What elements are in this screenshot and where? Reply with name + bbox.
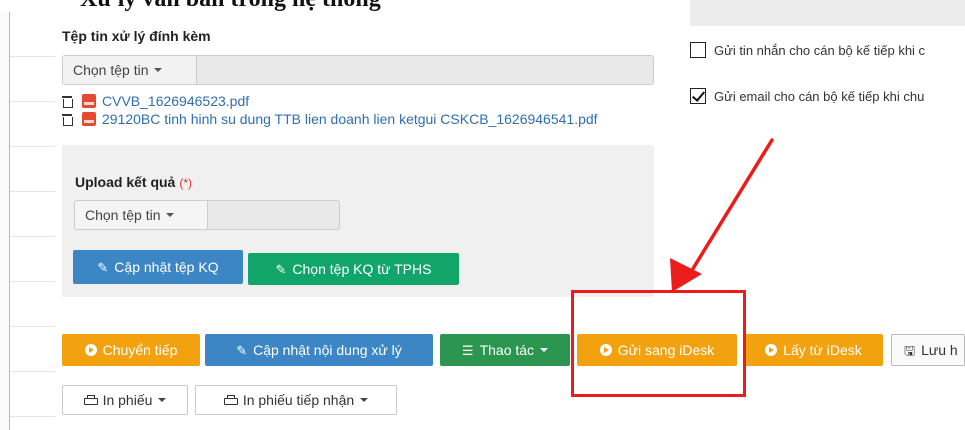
get-idesk-label: Lấy từ iDesk [783, 342, 862, 358]
left-rail-rows [10, 12, 55, 430]
caret-down-icon [360, 398, 369, 402]
update-content-label: Cập nhật nội dung xử lý [253, 342, 402, 358]
caret-down-icon [540, 348, 549, 352]
pdf-icon [82, 94, 96, 108]
required-mark: (*) [179, 176, 193, 190]
circle-arrow-icon [84, 344, 97, 356]
circle-arrow-icon [765, 344, 778, 356]
operations-label: Thao tác [479, 342, 535, 358]
trash-icon[interactable] [62, 95, 73, 108]
upload-file-picker: Chọn tệp tin [74, 200, 340, 230]
save-button[interactable]: 🖫 Lưu h [891, 334, 965, 366]
list-icon: ☰ [461, 342, 474, 358]
tag-icon: ✎ [97, 259, 109, 275]
print-receipt-slip-label: In phiếu tiếp nhận [242, 392, 355, 408]
attachment-item: 29120BC tinh hinh su dung TTB lien doanh… [62, 110, 598, 128]
save-icon: 🖫 [904, 342, 916, 358]
caret-down-icon [153, 68, 162, 72]
print-slip-label: In phiếu [102, 392, 153, 408]
sms-notify-checkbox[interactable] [690, 42, 706, 58]
print-slip-button[interactable]: In phiếu [62, 385, 188, 415]
attachments-file-picker: Chọn tệp tin [62, 55, 654, 85]
get-idesk-button[interactable]: Lấy từ iDesk [744, 334, 883, 366]
choose-result-from-tphs-button[interactable]: ✎ Chọn tệp KQ từ TPHS [248, 253, 459, 285]
pdf-icon [82, 112, 96, 126]
choose-file-label: Chọn tệp tin [73, 62, 149, 78]
attachments-choose-file-button[interactable]: Chọn tệp tin [62, 55, 197, 85]
forward-label: Chuyển tiếp [102, 342, 178, 358]
forward-button[interactable]: Chuyển tiếp [62, 334, 200, 366]
attachment-link[interactable]: CVVB_1626946523.pdf [102, 93, 249, 109]
annotation-highlight-box [571, 290, 746, 397]
update-result-file-label: Cập nhật tệp KQ [114, 259, 219, 275]
choose-result-from-tphs-label: Chọn tệp KQ từ TPHS [292, 261, 432, 277]
email-notify-option[interactable]: Gửi email cho cán bộ kế tiếp khi chu [690, 86, 924, 106]
annotation-arrow-head [670, 258, 702, 292]
email-notify-label: Gửi email cho cán bộ kế tiếp khi chu [714, 88, 925, 104]
left-rail [0, 12, 10, 430]
sms-notify-label: Gửi tin nhắn cho cán bộ kế tiếp khi c [714, 42, 926, 58]
edit-icon: ✎ [236, 342, 248, 358]
choose-file-label: Chọn tệp tin [85, 207, 161, 223]
print-receipt-slip-button[interactable]: In phiếu tiếp nhận [195, 385, 397, 415]
upload-file-field[interactable] [208, 200, 340, 230]
upload-result-label: Upload kết quả (*) [75, 174, 192, 190]
save-label: Lưu h [921, 342, 958, 358]
tag-icon: ✎ [275, 261, 287, 277]
upload-choose-file-button[interactable]: Chọn tệp tin [74, 200, 208, 230]
sms-notify-option[interactable]: Gửi tin nhắn cho cán bộ kế tiếp khi c [690, 40, 925, 60]
update-content-button[interactable]: ✎ Cập nhật nội dung xử lý [205, 334, 433, 366]
attachments-title: Tệp tin xử lý đính kèm [62, 28, 211, 44]
caret-down-icon [165, 213, 174, 217]
right-panel-top [690, 0, 965, 26]
page-title-partial: Xử lý văn bản trong hệ thống [80, 0, 381, 12]
attachment-item: CVVB_1626946523.pdf [62, 92, 249, 110]
attachments-file-field[interactable] [197, 55, 654, 85]
caret-down-icon [158, 398, 167, 402]
update-result-file-button[interactable]: ✎ Cập nhật tệp KQ [73, 250, 243, 284]
email-notify-checkbox[interactable] [690, 88, 706, 104]
printer-icon [223, 394, 238, 406]
annotation-arrow-shaft [684, 138, 774, 282]
trash-icon[interactable] [62, 113, 73, 126]
attachment-link[interactable]: 29120BC tinh hinh su dung TTB lien doanh… [102, 111, 598, 127]
operations-dropdown-button[interactable]: ☰ Thao tác [440, 334, 570, 366]
upload-result-label-text: Upload kết quả [75, 174, 176, 190]
printer-icon [83, 394, 98, 406]
